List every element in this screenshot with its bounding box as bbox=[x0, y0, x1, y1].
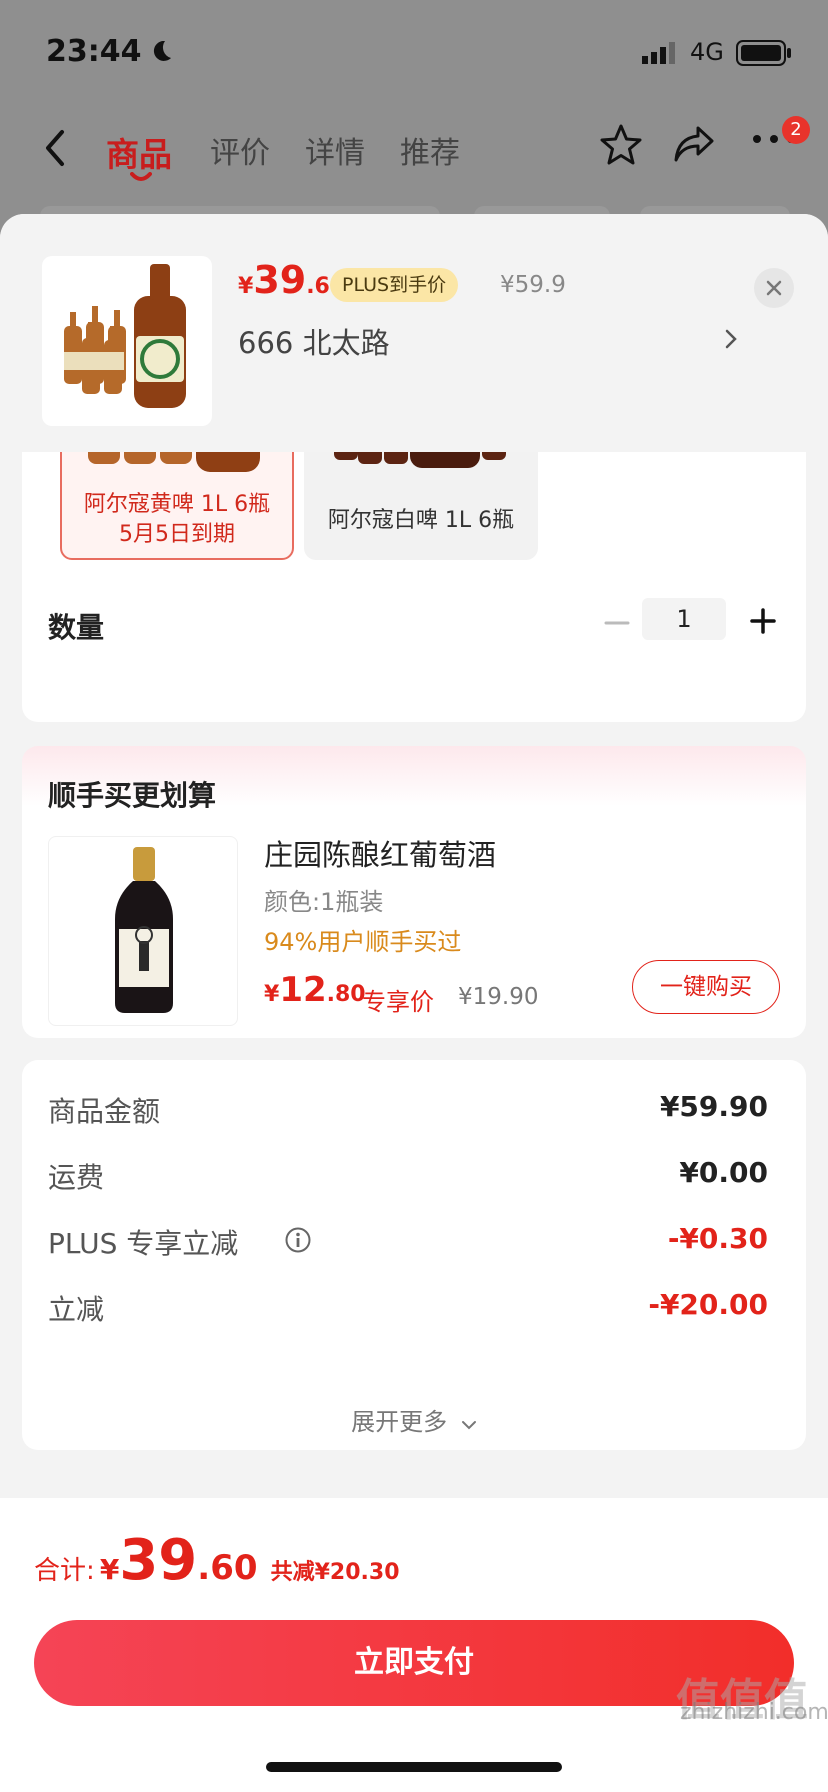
plus-price-tag: PLUS到手价 bbox=[330, 268, 459, 302]
addon-purchase-rate: 94%用户顺手买过 bbox=[264, 928, 462, 956]
quantity-label: 数量 bbox=[48, 611, 105, 644]
variant-label: 阿尔寇黄啤 1L 6瓶 bbox=[83, 492, 271, 517]
plus-icon[interactable] bbox=[748, 606, 778, 636]
delivery-address[interactable]: 666 北太路 bbox=[238, 320, 390, 362]
summary-value: ¥59.90 bbox=[659, 1090, 768, 1123]
nav-bar: 商品 评价 详情 推荐 2 bbox=[0, 104, 828, 204]
home-indicator[interactable] bbox=[266, 1762, 562, 1772]
summary-row-subtotal: 商品金额 ¥59.90 bbox=[48, 1090, 768, 1130]
network-label: 4G bbox=[690, 38, 724, 66]
currency-symbol: ¥ bbox=[99, 1553, 120, 1586]
tab-product[interactable]: 商品 bbox=[106, 128, 172, 176]
back-arrow-icon[interactable] bbox=[40, 126, 68, 170]
tab-recommend[interactable]: 推荐 bbox=[400, 128, 460, 172]
chevron-down-icon bbox=[461, 1421, 476, 1430]
price-decimal: .80 bbox=[326, 982, 366, 1007]
checkout-footer: 合计: ¥39.60 共减¥20.30 立即支付 bbox=[0, 1498, 828, 1792]
summary-value: -¥0.30 bbox=[667, 1222, 768, 1255]
addon-price: ¥12.80 bbox=[264, 970, 366, 1010]
summary-label: 商品金额 bbox=[48, 1095, 161, 1128]
price-decimal: .6 bbox=[306, 274, 330, 299]
share-icon[interactable] bbox=[672, 124, 716, 164]
expand-more-label: 展开更多 bbox=[351, 1408, 448, 1436]
tab-details[interactable]: 详情 bbox=[305, 128, 365, 172]
summary-value: ¥0.00 bbox=[679, 1156, 768, 1189]
addon-product-name[interactable]: 庄园陈酿红葡萄酒 bbox=[264, 832, 496, 874]
expand-more-button[interactable]: 展开更多 bbox=[22, 1402, 806, 1437]
exclusive-price-label: 专享价 bbox=[362, 988, 434, 1016]
sheet-header: ¥39.6 PLUS到手价 ¥59.9 666 北太路 bbox=[0, 214, 828, 452]
info-icon[interactable] bbox=[284, 1226, 312, 1254]
addon-product-image bbox=[48, 836, 238, 1026]
total-integer: 39 bbox=[119, 1528, 198, 1593]
chevron-right-icon[interactable] bbox=[724, 328, 738, 350]
tab-indicator bbox=[130, 172, 152, 181]
product-thumbnail bbox=[42, 256, 212, 426]
notification-badge: 2 bbox=[782, 116, 810, 144]
checkout-sheet: ¥39.6 PLUS到手价 ¥59.9 666 北太路 阿尔寇黄啤 1L 6瓶 … bbox=[0, 214, 828, 1792]
moon-icon bbox=[153, 40, 171, 61]
tab-reviews[interactable]: 评价 bbox=[210, 128, 270, 172]
current-price: ¥39.6 bbox=[238, 258, 330, 302]
quantity-input[interactable]: 1 bbox=[642, 598, 726, 640]
star-icon[interactable] bbox=[598, 122, 644, 168]
summary-label: 运费 bbox=[48, 1161, 105, 1194]
variant-label: 阿尔寇白啤 1L 6瓶 bbox=[327, 508, 515, 533]
summary-label: PLUS 专享立减 bbox=[48, 1227, 239, 1260]
total-saved: 共减¥20.30 bbox=[270, 1560, 400, 1585]
total-decimal: .60 bbox=[197, 1548, 258, 1588]
close-button[interactable] bbox=[754, 268, 794, 308]
watermark-text: zhizhizhi.com bbox=[680, 1700, 828, 1725]
minus-icon[interactable] bbox=[602, 608, 632, 638]
summary-row-discount: 立减 -¥20.00 bbox=[48, 1288, 768, 1328]
currency-symbol: ¥ bbox=[264, 982, 280, 1007]
variant-expiry-label: 5月5日到期 bbox=[119, 522, 235, 547]
total-price: 合计: ¥39.60 共减¥20.30 bbox=[34, 1528, 400, 1593]
price-integer: 12 bbox=[279, 970, 327, 1010]
currency-symbol: ¥ bbox=[238, 274, 254, 299]
addon-spec: 颜色:1瓶装 bbox=[264, 888, 384, 916]
price-summary-card: 商品金额 ¥59.90 运费 ¥0.00 PLUS 专享立减 -¥0.30 立减… bbox=[22, 1060, 806, 1450]
total-label: 合计: bbox=[34, 1556, 95, 1586]
price-integer: 39 bbox=[253, 258, 307, 302]
summary-row-plus-discount: PLUS 专享立减 -¥0.30 bbox=[48, 1222, 768, 1262]
one-click-buy-button[interactable]: 一键购买 bbox=[632, 960, 780, 1014]
addon-card: 顺手买更划算 庄园陈酿红葡萄酒 颜色:1瓶装 94%用户顺手买过 ¥12.80 … bbox=[22, 746, 806, 1038]
addon-title: 顺手买更划算 bbox=[48, 779, 217, 812]
close-icon bbox=[766, 280, 782, 296]
original-price: ¥59.9 bbox=[500, 272, 566, 298]
addon-original-price: ¥19.90 bbox=[458, 984, 539, 1010]
battery-icon bbox=[736, 40, 791, 66]
status-time: 23:44 bbox=[46, 34, 142, 69]
signal-icon bbox=[642, 42, 675, 64]
summary-row-shipping: 运费 ¥0.00 bbox=[48, 1156, 768, 1196]
summary-label: 立减 bbox=[48, 1293, 105, 1326]
summary-value: -¥20.00 bbox=[648, 1288, 768, 1321]
status-bar: 23:44 4G bbox=[0, 0, 828, 104]
